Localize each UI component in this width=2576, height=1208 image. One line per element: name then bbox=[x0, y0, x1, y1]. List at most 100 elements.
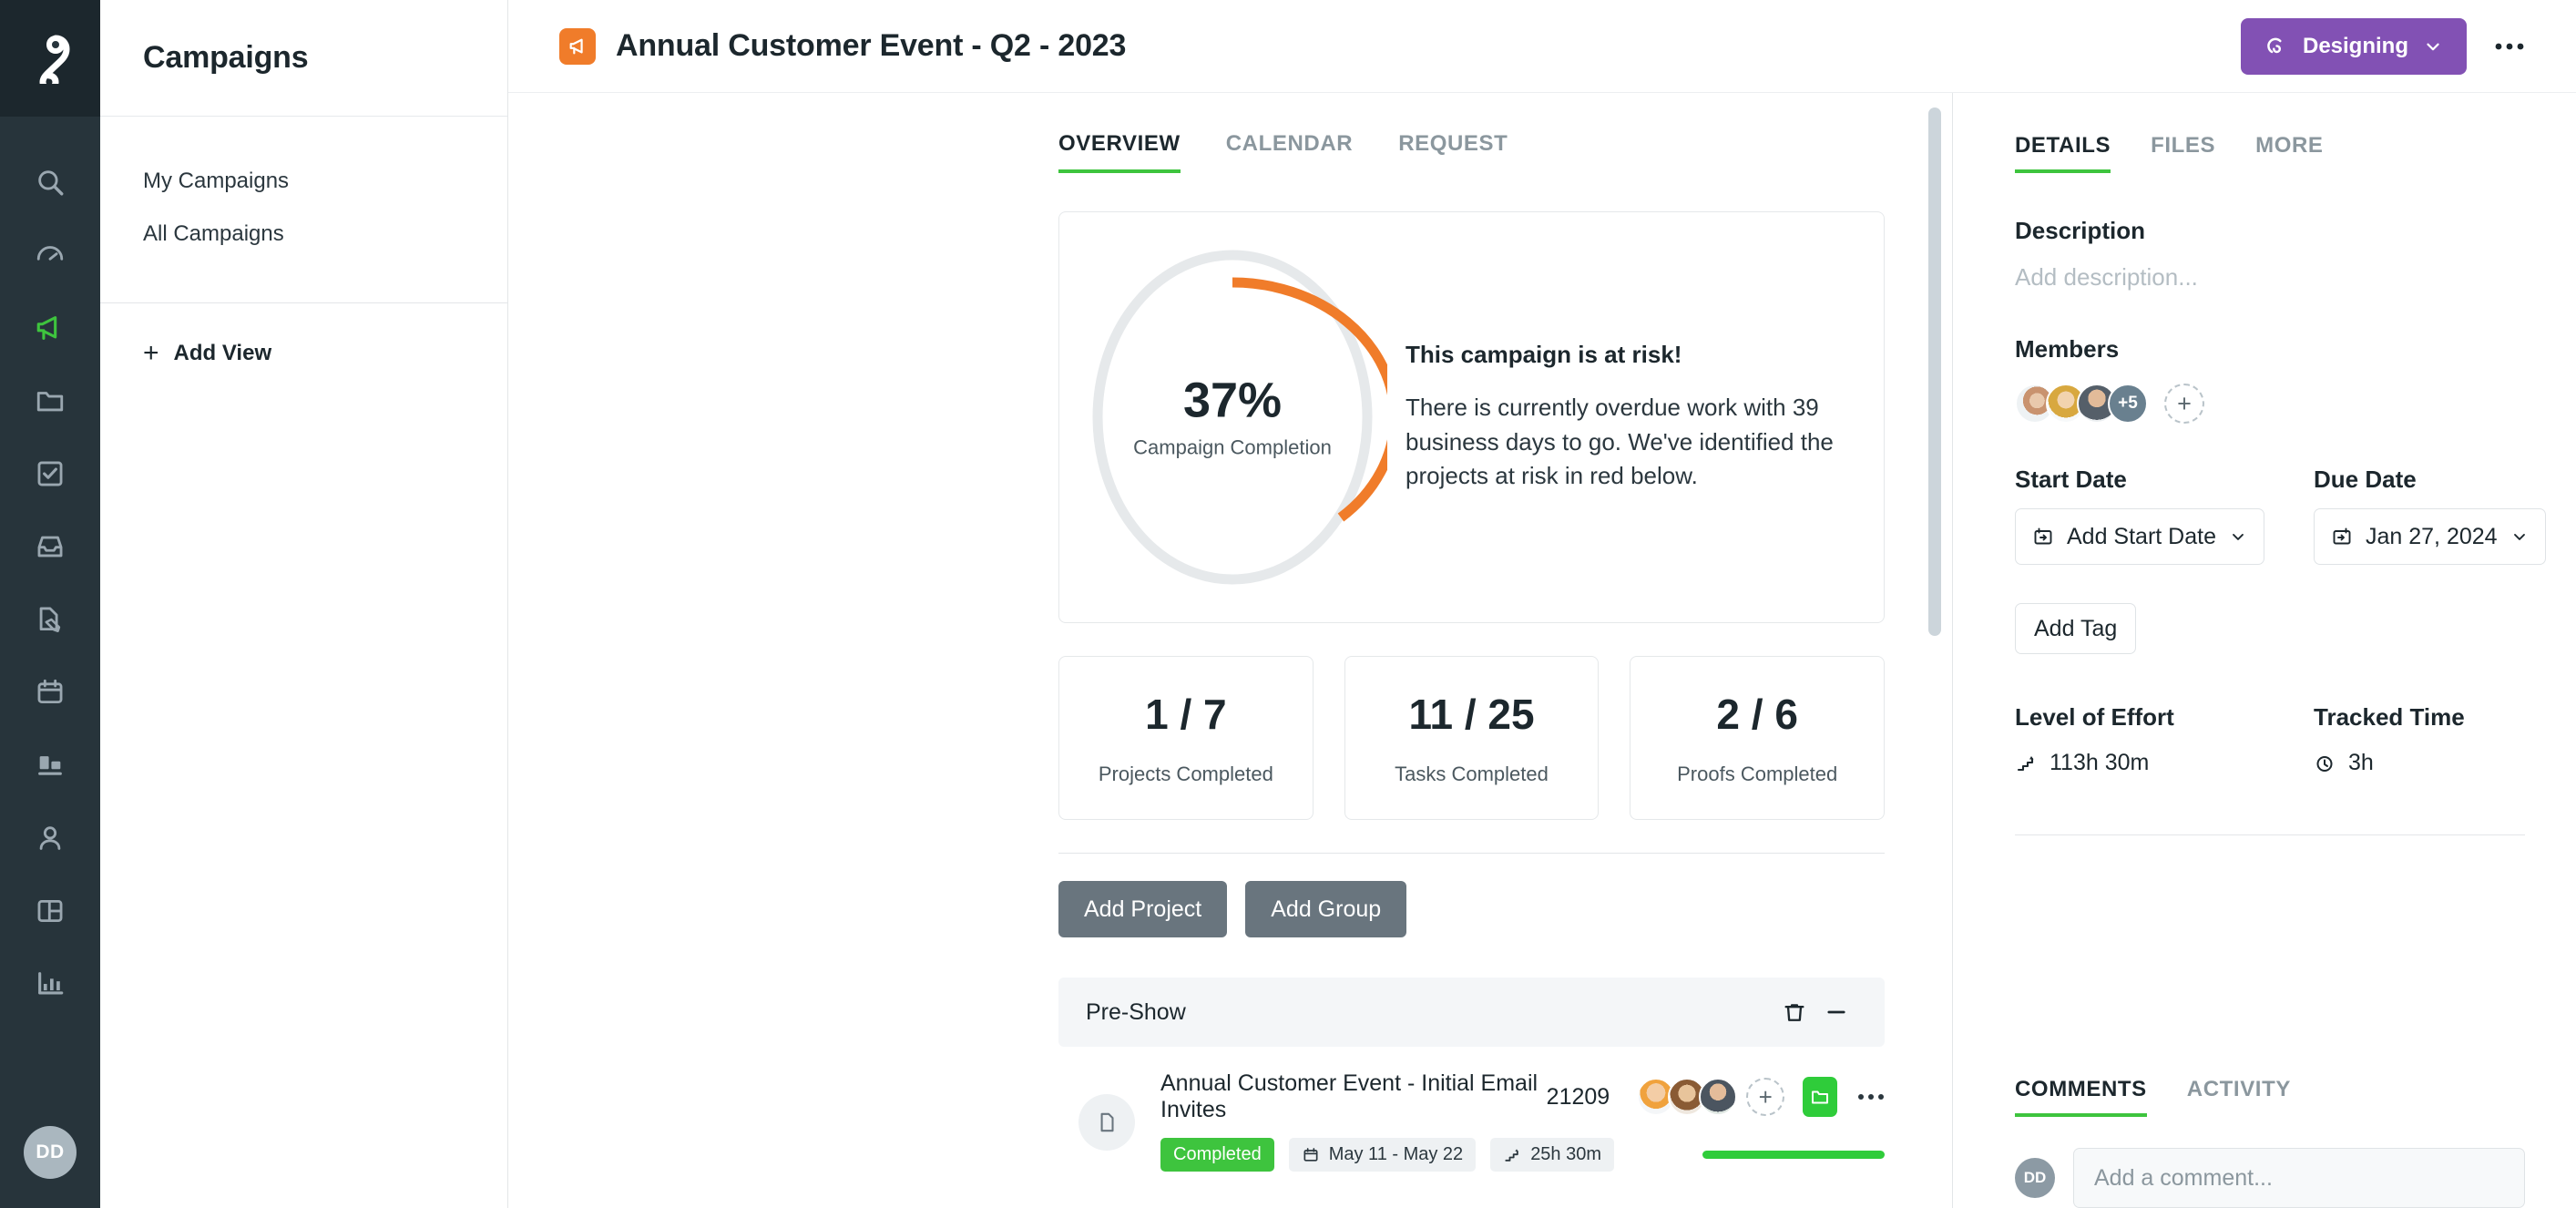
top-bar: Annual Customer Event - Q2 - 2023 Design… bbox=[508, 0, 2576, 93]
inbox-icon bbox=[35, 531, 66, 562]
rail-item-proofs[interactable] bbox=[23, 598, 77, 641]
status-badge: Completed bbox=[1160, 1138, 1274, 1172]
header-overflow-button[interactable] bbox=[2483, 20, 2536, 73]
dashboard-gauge-icon bbox=[35, 240, 66, 271]
date-chip[interactable]: May 11 - May 22 bbox=[1289, 1138, 1476, 1172]
group-delete-button[interactable] bbox=[1774, 991, 1815, 1033]
project-count: 21209 bbox=[1547, 1084, 1610, 1111]
rail-item-resources[interactable] bbox=[23, 743, 77, 787]
description-input[interactable]: Add description... bbox=[2015, 263, 2525, 292]
project-name: Annual Customer Event - Initial Email In… bbox=[1160, 1070, 1547, 1123]
project-body: Annual Customer Event - Initial Email In… bbox=[1135, 1070, 1885, 1172]
tab-comments[interactable]: COMMENTS bbox=[2015, 1077, 2147, 1117]
rail-item-search[interactable] bbox=[23, 160, 77, 204]
proof-button[interactable] bbox=[1803, 1077, 1837, 1117]
details-tabs: DETAILS FILES MORE bbox=[1953, 93, 2576, 173]
start-date-button[interactable]: Add Start Date bbox=[2015, 508, 2264, 565]
rail-item-list bbox=[23, 117, 77, 1006]
row-overflow-button[interactable] bbox=[1857, 1093, 1885, 1101]
completion-percent: 37% bbox=[1059, 375, 1406, 427]
table-row[interactable]: Annual Customer Event - Initial Email In… bbox=[1058, 1070, 1885, 1172]
add-tag-button[interactable]: Add Tag bbox=[2015, 603, 2136, 654]
effort-steps-icon bbox=[1503, 1146, 1521, 1164]
details-body: Description Add description... Members +… bbox=[1953, 173, 2576, 1037]
rail-item-campaigns[interactable] bbox=[23, 306, 77, 350]
comment-input[interactable] bbox=[2073, 1148, 2525, 1208]
level-of-effort-field: Level of Effort 113h 30m bbox=[2015, 703, 2314, 776]
more-horizontal-icon bbox=[1857, 1093, 1885, 1101]
tab-details[interactable]: DETAILS bbox=[2015, 133, 2111, 173]
add-assignee-button[interactable]: + bbox=[1746, 1078, 1784, 1116]
rail-item-boards[interactable] bbox=[23, 889, 77, 933]
sidebar-item-all-campaigns[interactable]: All Campaigns bbox=[100, 208, 507, 261]
stat-value: 1 / 7 bbox=[1145, 690, 1227, 739]
project-top-line: Annual Customer Event - Initial Email In… bbox=[1160, 1070, 1885, 1123]
tab-more[interactable]: MORE bbox=[2255, 133, 2323, 173]
project-meta-line: Completed May 11 - May 22 bbox=[1160, 1138, 1885, 1172]
user-avatar[interactable]: DD bbox=[24, 1126, 77, 1179]
calendar-icon bbox=[1302, 1146, 1320, 1164]
due-date-button[interactable]: Jan 27, 2024 bbox=[2314, 508, 2546, 565]
comment-composer: DD bbox=[1953, 1117, 2576, 1208]
progress-bar bbox=[1702, 1151, 1885, 1159]
stat-caption: Tasks Completed bbox=[1395, 763, 1549, 786]
tab-files[interactable]: FILES bbox=[2151, 133, 2215, 173]
title-group: Annual Customer Event - Q2 - 2023 bbox=[559, 28, 2241, 65]
stat-card-projects: 1 / 7 Projects Completed bbox=[1058, 656, 1314, 820]
chevron-down-icon bbox=[2510, 527, 2529, 546]
add-view-button[interactable]: + Add View bbox=[100, 303, 507, 367]
effort-chip[interactable]: 25h 30m bbox=[1490, 1138, 1614, 1172]
effort-steps-icon bbox=[2015, 752, 2037, 774]
risk-body: There is currently overdue work with 39 … bbox=[1406, 391, 1838, 494]
app-logo[interactable] bbox=[0, 0, 100, 117]
overview-content: 37% Campaign Completion This campaign is… bbox=[508, 211, 1952, 1172]
rail-item-reports[interactable] bbox=[23, 962, 77, 1006]
project-assignees: + bbox=[1637, 1078, 1784, 1116]
rail-item-inbox[interactable] bbox=[23, 525, 77, 568]
stat-value: 11 / 25 bbox=[1408, 690, 1534, 739]
group-collapse-button[interactable] bbox=[1815, 991, 1857, 1033]
description-label: Description bbox=[2015, 217, 2525, 245]
sidebar-item-my-campaigns[interactable]: My Campaigns bbox=[100, 155, 507, 208]
content-area: OVERVIEW CALENDAR REQUEST 37% bbox=[508, 93, 2576, 1208]
completion-card: 37% Campaign Completion This campaign is… bbox=[1058, 211, 1885, 623]
details-divider bbox=[2015, 834, 2525, 835]
stat-card-proofs: 2 / 6 Proofs Completed bbox=[1630, 656, 1885, 820]
progress-bar-fill bbox=[1702, 1151, 1885, 1159]
stat-caption: Proofs Completed bbox=[1677, 763, 1837, 786]
due-date-label: Due Date bbox=[2314, 466, 2546, 494]
rail-item-projects[interactable] bbox=[23, 379, 77, 423]
stat-value: 2 / 6 bbox=[1716, 690, 1798, 739]
sidebar-header: Campaigns bbox=[100, 0, 507, 117]
add-group-button[interactable]: Add Group bbox=[1245, 881, 1406, 937]
trash-icon bbox=[1782, 999, 1807, 1025]
tab-request[interactable]: REQUEST bbox=[1398, 131, 1508, 173]
section-divider bbox=[1058, 853, 1885, 854]
file-icon bbox=[1095, 1111, 1119, 1134]
vertical-scrollbar[interactable] bbox=[1928, 107, 1941, 636]
status-button[interactable]: Designing bbox=[2241, 18, 2467, 75]
reports-bar-chart-icon bbox=[35, 968, 66, 999]
calendar-start-icon bbox=[2032, 526, 2054, 548]
date-fields: Start Date Add Start Date bbox=[2015, 466, 2525, 565]
add-member-button[interactable]: + bbox=[2164, 384, 2204, 424]
overview-tabs: OVERVIEW CALENDAR REQUEST bbox=[1058, 93, 1952, 173]
sidebar-title: Campaigns bbox=[143, 40, 308, 76]
chevron-down-icon bbox=[2229, 527, 2247, 546]
avatar[interactable] bbox=[1699, 1078, 1737, 1116]
level-of-effort-label: Level of Effort bbox=[2015, 703, 2314, 732]
members-overflow-count[interactable]: +5 bbox=[2108, 384, 2148, 424]
tab-overview[interactable]: OVERVIEW bbox=[1058, 131, 1181, 173]
start-date-label: Start Date bbox=[2015, 466, 2314, 494]
megaphone-icon bbox=[567, 36, 588, 56]
tab-calendar[interactable]: CALENDAR bbox=[1226, 131, 1353, 173]
stat-card-tasks: 11 / 25 Tasks Completed bbox=[1344, 656, 1600, 820]
rail-item-people[interactable] bbox=[23, 816, 77, 860]
rail-item-calendar[interactable] bbox=[23, 671, 77, 714]
date-chip-label: May 11 - May 22 bbox=[1329, 1144, 1463, 1165]
rail-item-dashboard[interactable] bbox=[23, 233, 77, 277]
tab-activity[interactable]: ACTIVITY bbox=[2187, 1077, 2291, 1117]
add-project-button[interactable]: Add Project bbox=[1058, 881, 1227, 937]
campaign-type-badge bbox=[559, 28, 596, 65]
rail-item-tasks[interactable] bbox=[23, 452, 77, 496]
